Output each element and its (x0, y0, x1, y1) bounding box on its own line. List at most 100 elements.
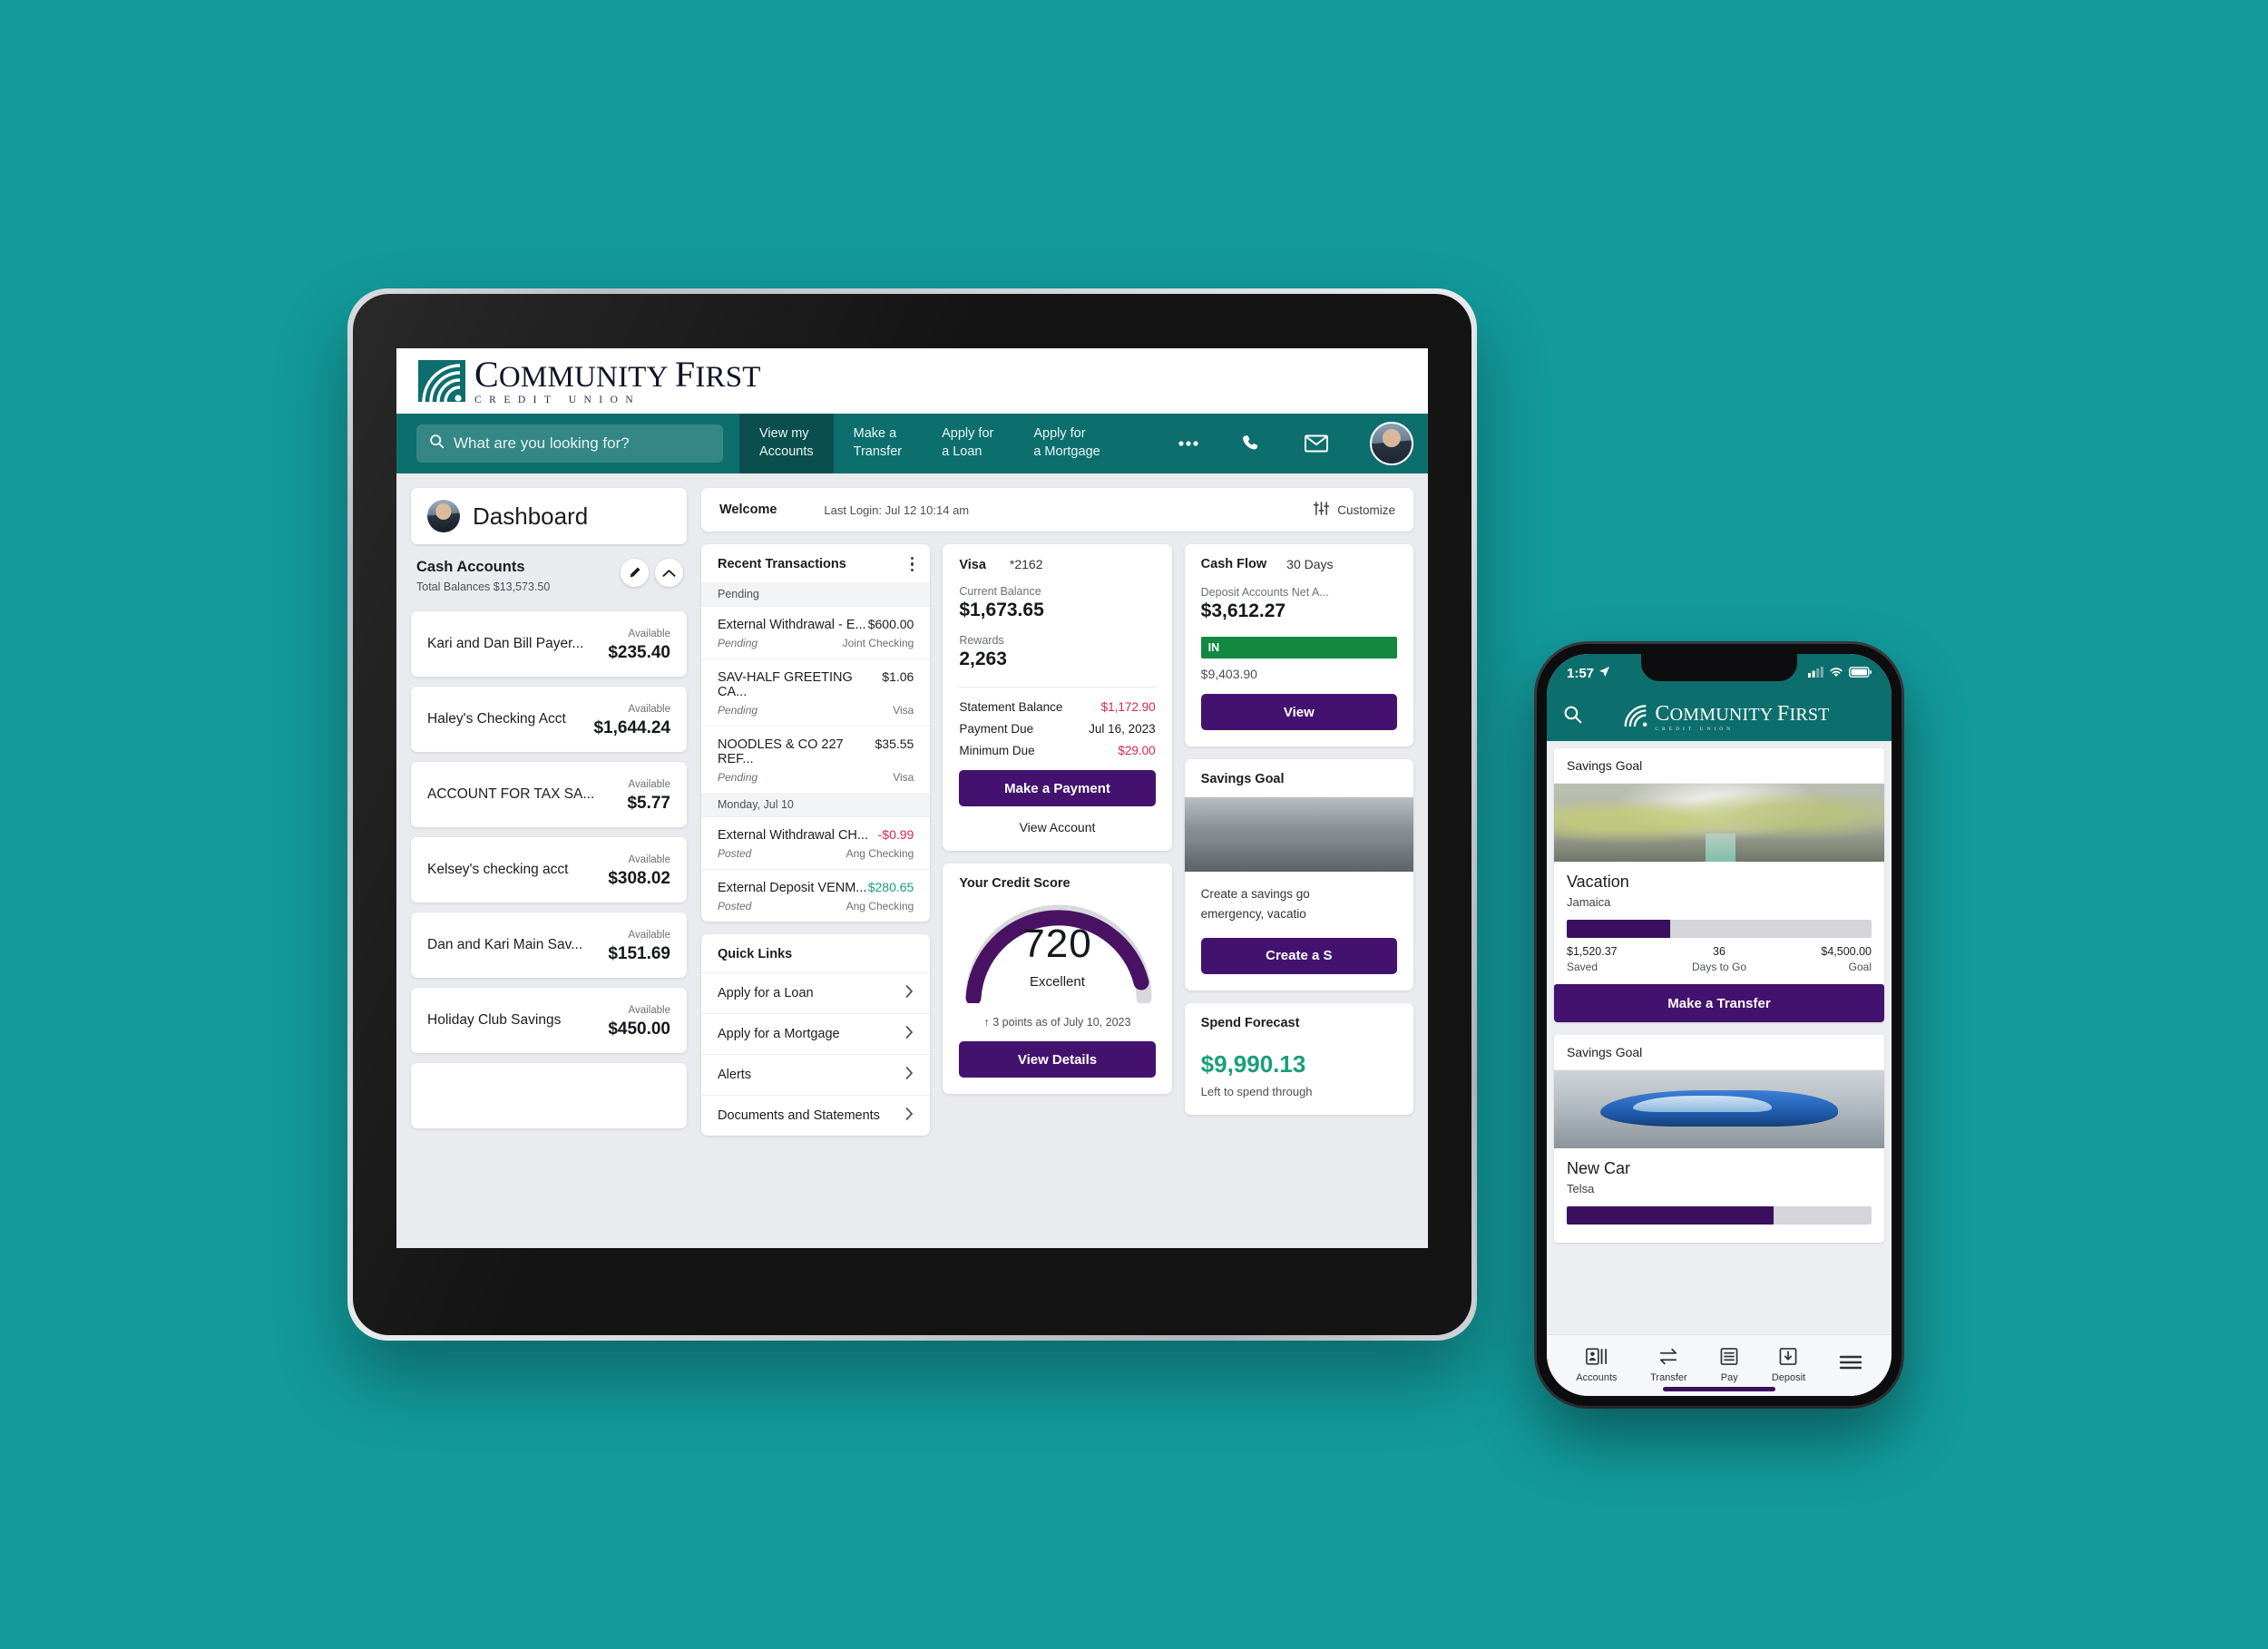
search-icon[interactable] (1563, 705, 1582, 728)
make-transfer-button[interactable]: Make a Transfer (1554, 984, 1884, 1022)
logo-tagline: CREDIT UNION (1655, 726, 1735, 732)
transaction-main: External Withdrawal - E... $600.00 (718, 617, 914, 632)
nav-tab-apply-loan[interactable]: Apply for a Loan (922, 414, 1013, 473)
account-row[interactable]: Dan and Kari Main Sav... Available $151.… (411, 912, 687, 978)
transaction-row[interactable]: NOODLES & CO 227 REF... $35.55 Pending V… (701, 726, 931, 793)
create-savings-goal-button[interactable]: Create a S (1200, 937, 1397, 974)
card-title: Cash Flow (1200, 557, 1267, 571)
savings-goal-body: Vacation Jamaica $1,520.37 Saved 36 Days… (1554, 862, 1884, 984)
chevron-right-icon (905, 1107, 914, 1124)
quick-link-alerts[interactable]: Alerts (701, 1054, 931, 1095)
days-stat: 36 Days to Go (1692, 945, 1746, 973)
nav-tab-apply-mortgage[interactable]: Apply for a Mortgage (1013, 414, 1119, 473)
saved-value: $1,520.37 (1567, 945, 1618, 958)
dashboard-column-2: Visa *2162 Current Balance $1,673.65 Rew… (943, 544, 1172, 1234)
account-row[interactable]: Kelsey's checking acct Available $308.02 (411, 837, 687, 903)
account-balance-group: Available $1,644.24 (593, 700, 670, 738)
kebab-menu-icon[interactable] (910, 557, 914, 572)
phone-content[interactable]: Savings Goal Vacation Jamaica $1,520.37 … (1547, 741, 1892, 1334)
card-title: Spend Forecast (1200, 1015, 1300, 1030)
cash-flow-view-button[interactable]: View (1200, 694, 1397, 730)
account-row[interactable]: Holiday Club Savings Available $450.00 (411, 988, 687, 1053)
statement-balance-row: Statement Balance $1,172.90 (959, 700, 1155, 714)
quick-links-card: Quick Links Apply for a Loan Apply for a… (701, 934, 931, 1137)
transaction-meta: Pending Joint Checking (718, 637, 914, 649)
dashboard-cards: Recent Transactions Pending External Wit… (701, 544, 1413, 1234)
tab-pay[interactable]: Pay (1720, 1348, 1738, 1383)
account-row[interactable]: Haley's Checking Acct Available $1,644.2… (411, 687, 687, 752)
quick-link-label: Apply for a Loan (718, 986, 814, 1001)
nav-tab-view-accounts[interactable]: View my Accounts (739, 414, 834, 473)
quick-link-apply-mortgage[interactable]: Apply for a Mortgage (701, 1013, 931, 1054)
transaction-meta: Pending Visa (718, 771, 914, 784)
quick-link-documents[interactable]: Documents and Statements (701, 1095, 931, 1136)
credit-score-value: 720 (1022, 922, 1092, 966)
account-row[interactable]: Kari and Dan Bill Payer... Available $23… (411, 611, 687, 677)
edit-accounts-button[interactable] (621, 559, 649, 587)
tablet-bezel: COMMUNITY FIRST CREDIT UNION What are yo… (353, 294, 1471, 1335)
tab-deposit[interactable]: Deposit (1772, 1348, 1805, 1383)
tablet-logo-bar: COMMUNITY FIRST CREDIT UNION (396, 348, 1428, 414)
credit-score-card: Your Credit Score 720 Excellent ↑ 3 poin… (943, 864, 1172, 1094)
dashboard-column-1: Recent Transactions Pending External Wit… (701, 544, 931, 1234)
view-account-link[interactable]: View Account (959, 820, 1155, 834)
transaction-account: Ang Checking (846, 847, 914, 861)
transaction-main: NOODLES & CO 227 REF... $35.55 (718, 737, 914, 766)
credit-score-rating: Excellent (1030, 974, 1085, 990)
tab-label: Transfer (1650, 1372, 1687, 1383)
transaction-row[interactable]: SAV-HALF GREETING CA... $1.06 Pending Vi… (701, 659, 931, 726)
chevron-right-icon (905, 985, 914, 1001)
tab-label: Deposit (1771, 1372, 1806, 1383)
visa-card: Visa *2162 Current Balance $1,673.65 Rew… (943, 544, 1172, 851)
savings-goal-body: Create a savings go emergency, vacatio C… (1185, 872, 1413, 990)
nav-tab-make-transfer[interactable]: Make a Transfer (834, 414, 922, 473)
menu-icon (1839, 1354, 1862, 1373)
search-input[interactable]: What are you looking for? (416, 424, 723, 463)
transaction-row[interactable]: External Withdrawal CH... -$0.99 Posted … (701, 816, 931, 869)
account-list: Kari and Dan Bill Payer... Available $23… (411, 611, 687, 1128)
dashboard-header[interactable]: Dashboard (411, 488, 687, 544)
account-balance-group: Available $308.02 (608, 851, 670, 889)
nav-tab-line1: Make a (853, 426, 897, 442)
nav-tab-line2: Accounts (759, 444, 814, 459)
tab-accounts[interactable]: Accounts (1576, 1348, 1618, 1383)
avatar[interactable] (1370, 422, 1413, 465)
dashboard-column-3: Cash Flow 30 Days Deposit Accounts Net A… (1184, 544, 1413, 1234)
savings-goal-image (1554, 1070, 1884, 1148)
transaction-row[interactable]: External Deposit VENM... $280.65 Posted … (701, 869, 931, 922)
quick-link-label: Documents and Statements (718, 1108, 880, 1124)
mail-icon[interactable] (1305, 434, 1328, 453)
more-icon[interactable] (1178, 440, 1199, 447)
visa-card-title: Visa (959, 558, 986, 572)
nav-tab-line2: a Mortgage (1033, 444, 1100, 459)
goal-label: Goal (1848, 961, 1872, 973)
account-balance: $235.40 (608, 643, 670, 662)
transaction-meta: Pending Visa (718, 704, 914, 717)
tablet-device: COMMUNITY FIRST CREDIT UNION What are yo… (347, 288, 1477, 1341)
cash-accounts-title: Cash Accounts (416, 559, 525, 575)
view-details-button[interactable]: View Details (959, 1041, 1156, 1078)
account-balance: $151.69 (608, 944, 670, 963)
tab-menu[interactable] (1839, 1354, 1862, 1378)
transaction-row[interactable]: External Withdrawal - E... $600.00 Pendi… (701, 606, 931, 659)
location-arrow-icon (1598, 666, 1610, 681)
transaction-account: Joint Checking (842, 637, 914, 650)
account-balance-group: Available $151.69 (608, 926, 670, 964)
savings-goal-card: Savings Goal Create a savings go emergen… (1184, 759, 1413, 990)
account-row[interactable]: ACCOUNT FOR TAX SA... Available $5.77 (411, 762, 687, 827)
phone-icon[interactable] (1241, 433, 1263, 454)
cash-flow-body: Deposit Accounts Net A... $3,612.27 IN $… (1185, 582, 1413, 746)
brand-logo[interactable]: COMMUNITY FIRST CREDIT UNION (418, 356, 761, 406)
customize-button[interactable]: Customize (1314, 501, 1395, 519)
cash-flow-in-amount: $9,403.90 (1200, 667, 1257, 681)
cash-flow-net-label: Deposit Accounts Net A... (1200, 586, 1329, 599)
account-row[interactable] (411, 1063, 687, 1128)
savings-goal-progress (1567, 1206, 1872, 1225)
collapse-accounts-button[interactable] (655, 559, 683, 587)
dashboard-main: Welcome Last Login: Jul 12 10:14 am Cust… (701, 488, 1413, 1234)
quick-link-apply-loan[interactable]: Apply for a Loan (701, 972, 931, 1013)
scene: COMMUNITY FIRST CREDIT UNION What are yo… (0, 0, 2268, 1649)
cash-accounts-total: Total Balances $13,573.50 (416, 581, 551, 593)
make-payment-button[interactable]: Make a Payment (959, 770, 1156, 806)
tab-transfer[interactable]: Transfer (1650, 1348, 1687, 1383)
